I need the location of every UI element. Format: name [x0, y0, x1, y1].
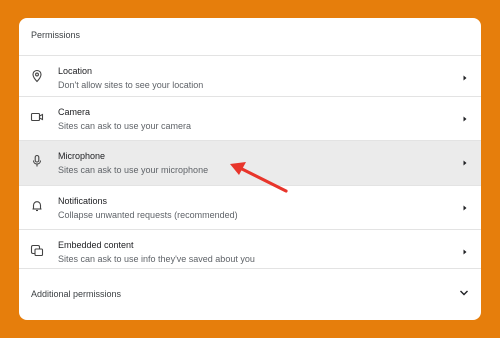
permission-subtitle: Collapse unwanted requests (recommended) [58, 210, 238, 220]
location-pin-icon [32, 69, 42, 83]
permission-subtitle: Sites can ask to use your microphone [58, 165, 209, 175]
permission-subtitle: Sites can ask to use your camera [58, 121, 192, 131]
additional-permissions-row[interactable]: Additional permissions [19, 268, 481, 320]
chevron-right-icon [463, 75, 467, 81]
permission-title: Location [58, 66, 93, 76]
chevron-right-icon [463, 205, 467, 211]
microphone-icon [32, 154, 42, 167]
chevron-right-icon [463, 160, 467, 166]
permission-subtitle: Sites can ask to use info they've saved … [58, 254, 255, 264]
permission-title: Notifications [58, 196, 108, 206]
permission-title: Camera [58, 107, 91, 117]
bell-icon [32, 201, 42, 212]
permission-title: Embedded content [58, 240, 134, 250]
permission-subtitle: Don't allow sites to see your location [58, 80, 204, 90]
chevron-right-icon [463, 249, 467, 255]
annotation-arrow-icon [230, 162, 288, 193]
permission-row-camera[interactable]: Camera Sites can ask to use your camera [19, 96, 481, 141]
chevron-right-icon [463, 116, 467, 122]
section-title: Permissions [31, 30, 81, 40]
permission-row-location[interactable]: Location Don't allow sites to see your l… [19, 55, 481, 100]
embedded-content-icon [30, 244, 44, 257]
chevron-down-icon[interactable] [459, 289, 469, 297]
camera-icon [30, 112, 44, 122]
permission-title: Microphone [58, 151, 106, 161]
additional-permissions-label: Additional permissions [31, 289, 122, 299]
